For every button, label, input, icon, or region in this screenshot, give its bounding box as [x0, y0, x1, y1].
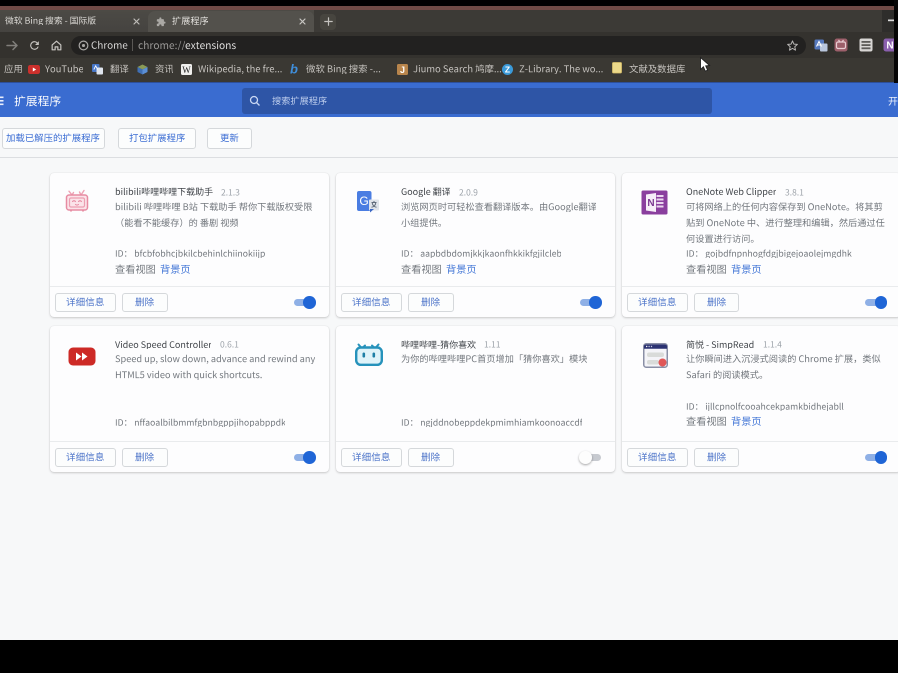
svg-text:N: N	[647, 198, 654, 209]
svg-text:Z: Z	[505, 64, 510, 74]
svg-text:b: b	[290, 63, 298, 75]
svg-text:G: G	[359, 194, 368, 208]
svg-text:N: N	[886, 41, 893, 52]
svg-text:W: W	[182, 64, 191, 74]
svg-text:J: J	[400, 64, 405, 74]
